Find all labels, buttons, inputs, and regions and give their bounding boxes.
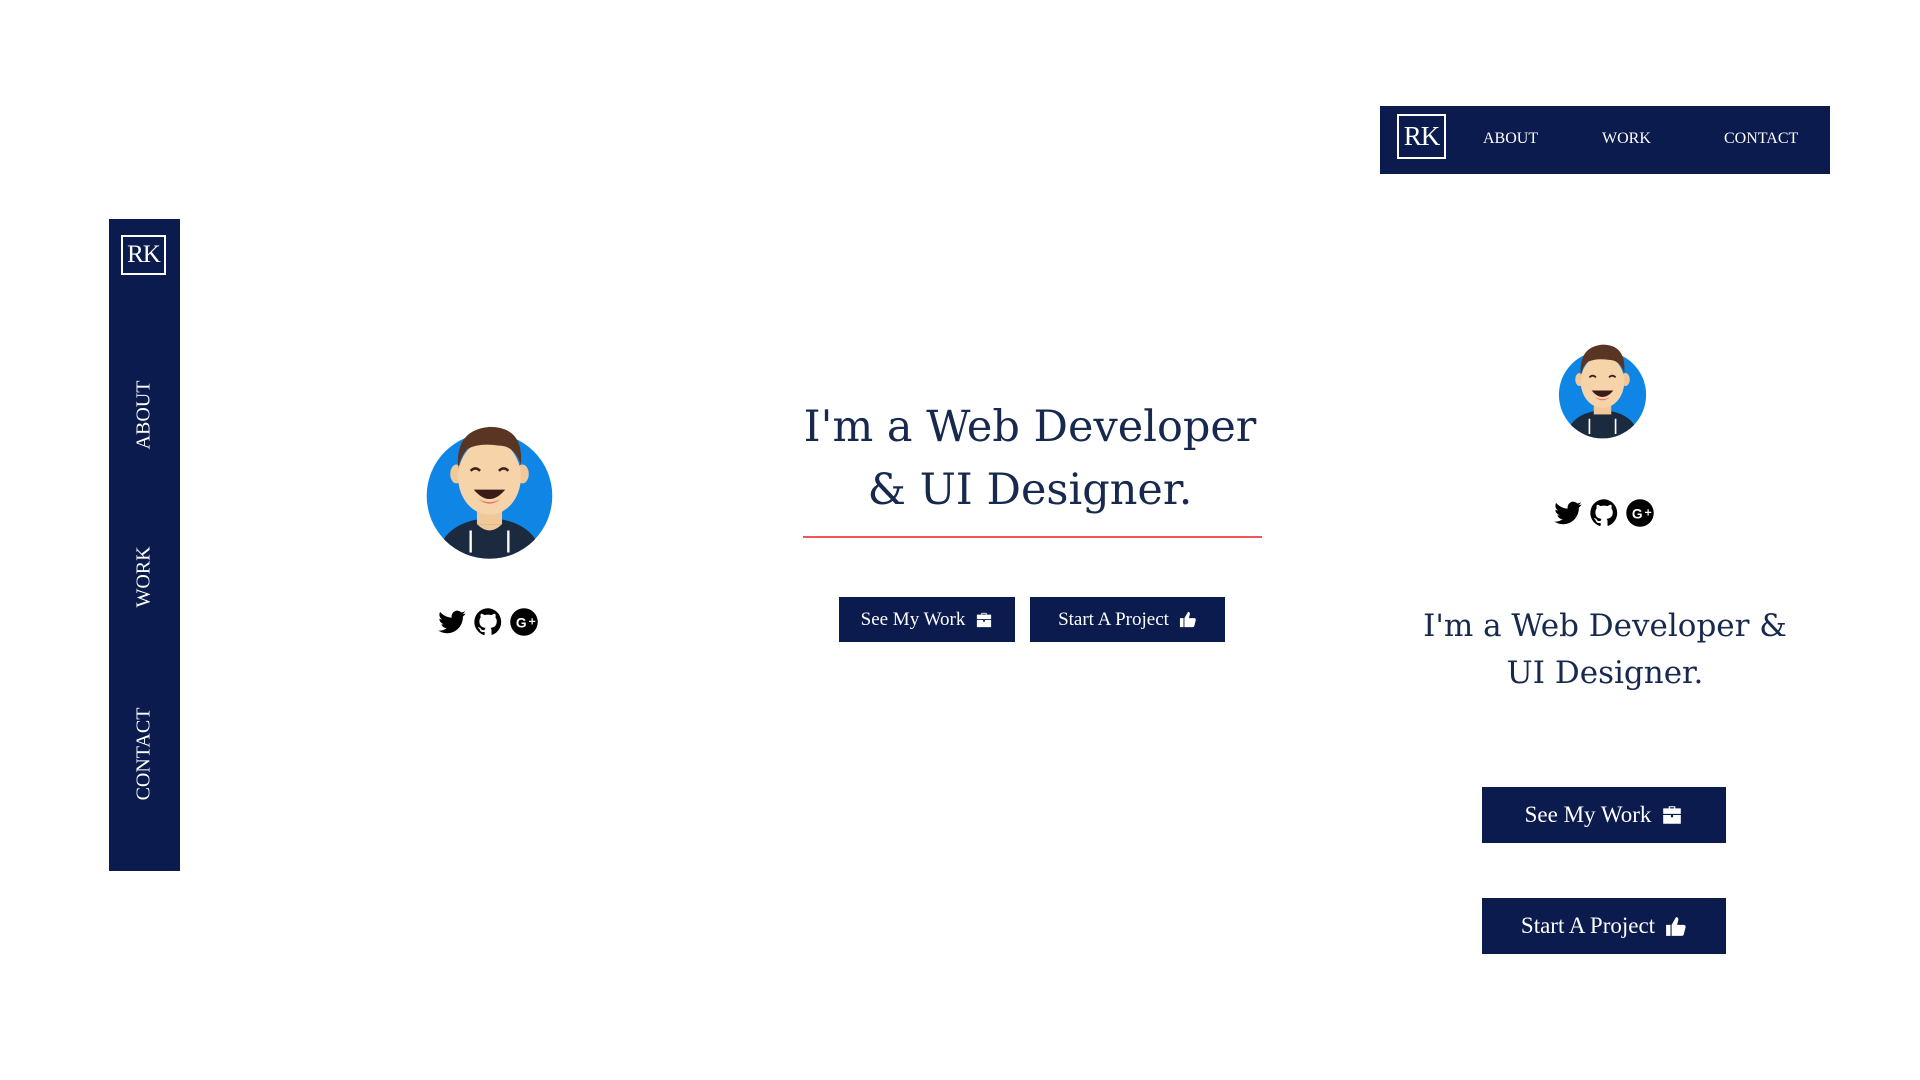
see-my-work-label: See My Work <box>1524 802 1652 827</box>
rk-logo[interactable]: RK <box>1397 114 1446 159</box>
nav-link-work[interactable]: WORK <box>133 546 156 607</box>
rk-logo[interactable]: RK <box>121 235 166 275</box>
see-my-work-label: See My Work <box>860 608 966 630</box>
nav-link-contact[interactable]: CONTACT <box>133 708 156 801</box>
start-project-button[interactable]: Start A Project <box>1030 597 1225 642</box>
hero-heading-line-1: I'm a Web Developer <box>803 402 1257 452</box>
side-navigation: RK ABOUT WORK CONTACT <box>109 219 180 871</box>
hero-heading: I'm a Web Developer & UI Designer. <box>1420 603 1790 697</box>
hero-heading-line-2: & UI Designer. <box>867 465 1193 515</box>
hero-heading-line-2: UI Designer. <box>1506 655 1704 691</box>
see-my-work-button[interactable]: See My Work <box>839 597 1015 642</box>
github-icon[interactable] <box>473 607 503 637</box>
start-project-label: Start A Project <box>1058 608 1169 630</box>
nav-link-about[interactable]: ABOUT <box>1483 130 1538 148</box>
start-project-button[interactable]: Start A Project <box>1482 898 1726 954</box>
nav-link-work[interactable]: WORK <box>1602 130 1651 148</box>
svg-text:G: G <box>1632 507 1643 522</box>
nav-link-about[interactable]: ABOUT <box>133 381 156 450</box>
hero-heading: I'm a Web Developer & UI Designer. <box>800 396 1260 522</box>
briefcase-icon <box>977 612 992 627</box>
twitter-icon[interactable] <box>437 607 467 637</box>
twitter-icon[interactable] <box>1553 498 1583 528</box>
social-links: G <box>437 607 539 637</box>
start-project-label: Start A Project <box>1520 913 1656 938</box>
social-links: G <box>1553 498 1655 528</box>
see-my-work-button[interactable]: See My Work <box>1482 787 1726 843</box>
hero-heading-line-1: I'm a Web Developer & <box>1423 608 1787 644</box>
github-icon[interactable] <box>1589 498 1619 528</box>
heading-underline <box>803 536 1262 538</box>
avatar <box>411 408 568 565</box>
briefcase-icon <box>1663 806 1682 824</box>
avatar <box>1548 325 1657 445</box>
thumbs-up-icon <box>1179 611 1196 628</box>
nav-link-contact[interactable]: CONTACT <box>1724 130 1798 148</box>
svg-text:G: G <box>516 616 527 631</box>
thumbs-up-icon <box>1666 916 1686 936</box>
top-navigation: RK ABOUT WORK CONTACT <box>1380 106 1830 174</box>
google-plus-icon[interactable]: G <box>509 607 539 637</box>
google-plus-icon[interactable]: G <box>1625 498 1655 528</box>
